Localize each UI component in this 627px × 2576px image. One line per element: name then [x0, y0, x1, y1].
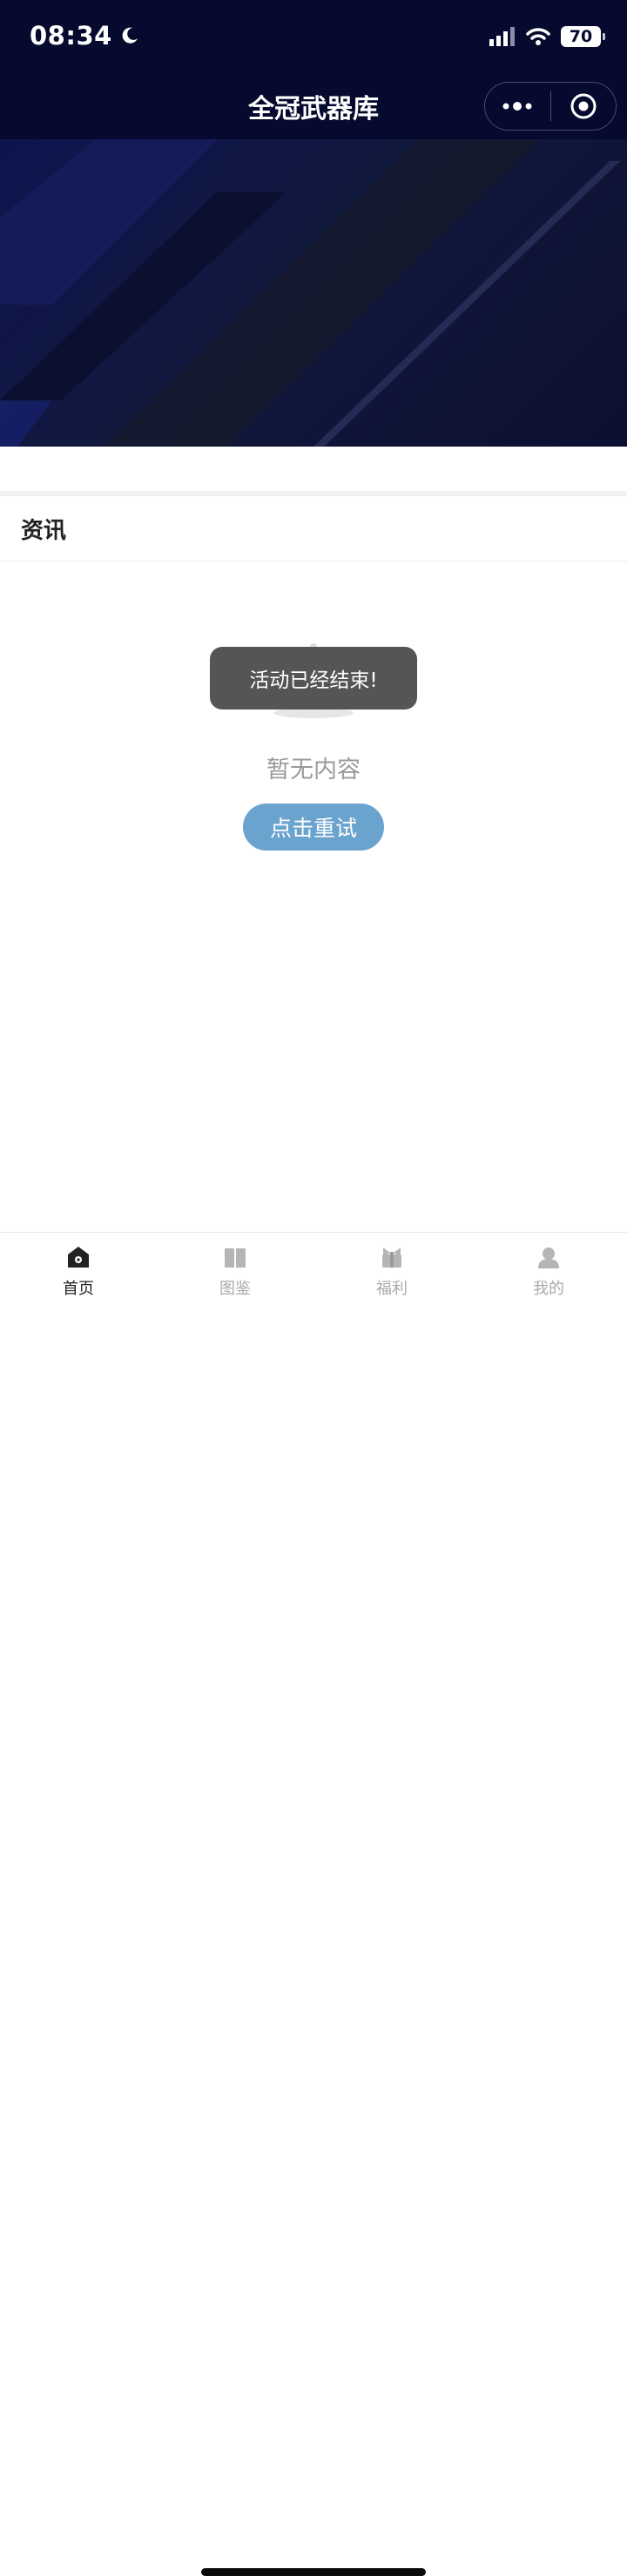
home-indicator — [201, 2568, 426, 2576]
banner-image[interactable] — [0, 139, 627, 447]
bottom-tab-bar: 首页 图鉴 福利 我的 — [0, 1232, 627, 2576]
user-icon — [538, 1248, 559, 1268]
tab-catalog[interactable]: 图鉴 — [157, 1245, 314, 1306]
more-dots-icon — [502, 102, 532, 111]
status-time: 08:34 — [30, 21, 140, 50]
empty-state-text: 暂无内容 — [266, 757, 361, 784]
more-button[interactable] — [485, 83, 550, 130]
tab-label-profile: 我的 — [533, 1280, 564, 1298]
target-icon — [570, 93, 597, 119]
retry-button[interactable]: 点击重试 — [243, 804, 384, 851]
section-title: 资讯 — [21, 517, 67, 544]
cellular-signal-icon — [489, 27, 515, 46]
tab-home[interactable]: 首页 — [0, 1245, 157, 1306]
tab-benefits[interactable]: 福利 — [314, 1245, 470, 1306]
mini-program-capsule — [484, 82, 617, 131]
moon-icon — [122, 27, 138, 44]
toast-message: 活动已经结束! — [210, 647, 417, 710]
tab-label-benefits: 福利 — [376, 1280, 408, 1298]
battery-level: 70 — [569, 27, 593, 46]
gift-icon — [382, 1248, 401, 1268]
tab-label-home: 首页 — [63, 1280, 94, 1298]
tab-profile[interactable]: 我的 — [470, 1245, 627, 1306]
toast-text: 活动已经结束! — [249, 669, 378, 692]
status-time-text: 08:34 — [30, 21, 112, 50]
book-icon — [225, 1248, 246, 1268]
status-indicators: 70 — [489, 26, 605, 47]
close-program-button[interactable] — [551, 83, 617, 130]
battery-indicator: 70 — [561, 26, 605, 47]
top-bar: 08:34 70 全冠武器库 — [0, 0, 627, 139]
home-icon — [68, 1247, 89, 1268]
tab-label-catalog: 图鉴 — [219, 1280, 251, 1298]
banner-stripes — [0, 139, 627, 447]
news-section-header: 资讯 — [0, 496, 627, 562]
wifi-icon — [526, 28, 550, 45]
